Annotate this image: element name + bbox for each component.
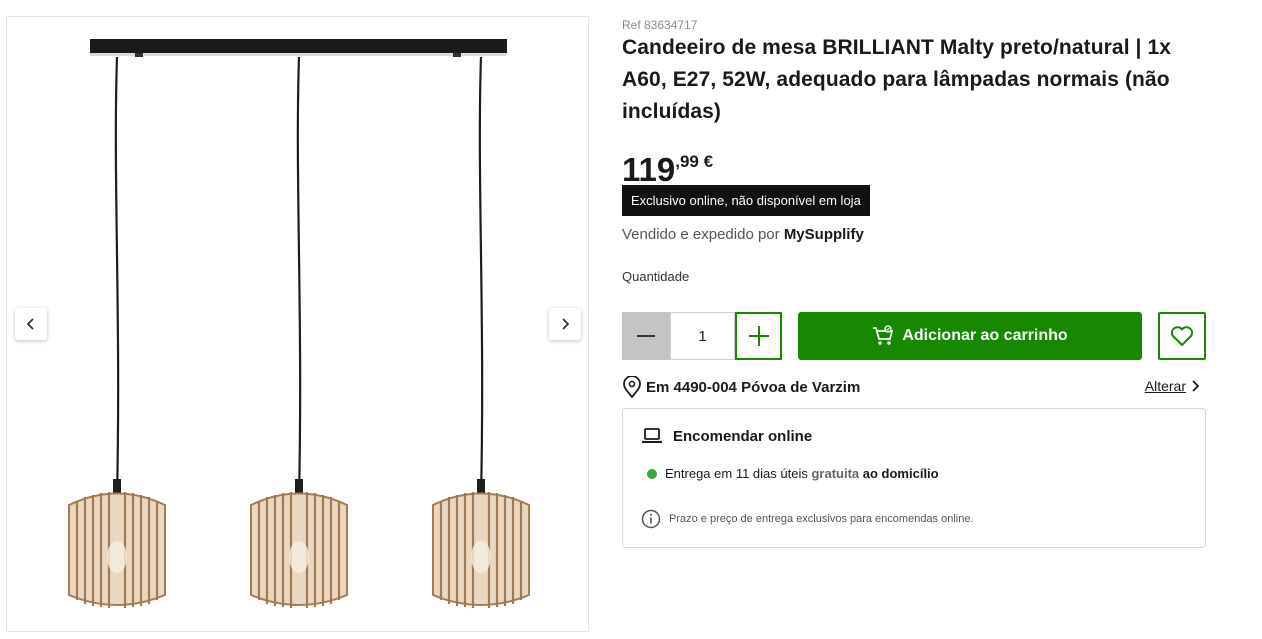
gallery-next-button[interactable] [549,308,581,340]
delivery-time: Entrega em 11 dias úteis [665,466,808,481]
delivery-note-text: Prazo e preço de entrega exclusivos para… [669,513,974,525]
minus-icon [637,335,655,337]
plus-icon [748,326,769,346]
price-integer: 119 [622,151,676,188]
quantity-decrease-button[interactable] [622,312,670,360]
home-delivery-line: Entrega em 11 dias úteis gratuita ao dom… [647,466,939,481]
online-order-header: Encomendar online [641,427,812,445]
lamp-shade-middle [250,479,348,608]
add-to-cart-label: Adicionar ao carrinho [902,327,1068,344]
online-exclusive-badge: Exclusivo online, não disponível em loja [622,185,870,216]
delivery-options-box: Encomendar online Entrega em 11 dias úte… [622,408,1206,548]
delivery-free: gratuita [811,466,860,481]
chevron-right-icon [562,318,570,330]
online-order-title: Encomendar online [673,427,813,445]
chevron-right-small-icon [1192,380,1200,392]
seller-name[interactable]: MySupplify [784,226,864,243]
info-icon [641,509,661,529]
quantity-label: Quantidade [622,269,690,284]
product-title: Candeeiro de mesa BRILLIANT Malty preto/… [622,36,1172,123]
change-location-link[interactable]: Alterar [1145,378,1200,394]
buy-row: Adicionar ao carrinho [622,312,1206,360]
product-info: Ref 83634717 Candeeiro de mesa BRILLIANT… [622,16,1206,548]
price-decimal: ,99 € [675,152,714,171]
heart-icon [1170,326,1194,346]
location-pin-icon [623,376,641,398]
product-image [68,39,530,608]
availability-dot [647,468,657,479]
product-ref: Ref 83634717 [622,18,698,32]
add-to-cart-button[interactable]: Adicionar ao carrinho [798,312,1142,360]
delivery-note: Prazo e preço de entrega exclusivos para… [641,509,974,529]
delivery-home: ao domicílio [862,466,939,481]
quantity-increase-button[interactable] [735,312,782,360]
product-gallery [6,16,589,632]
seller-info: Vendido e expedido por MySupplify [622,226,1206,243]
lamp-shade-right [432,479,530,608]
lamp-shade-left [68,479,166,608]
change-location-label: Alterar [1144,378,1186,394]
seller-prefix: Vendido e expedido por [622,226,780,243]
quantity-input[interactable] [670,312,735,360]
product-price: 119 ,99 € [622,150,1206,190]
chevron-left-icon [26,318,34,330]
delivery-location: Em 4490-004 Póvoa de Varzim Alterar [622,376,1206,398]
wishlist-button[interactable] [1158,312,1206,360]
location-text: Em 4490-004 Póvoa de Varzim [646,378,861,396]
gallery-prev-button[interactable] [15,308,47,340]
cart-icon [873,325,894,345]
laptop-icon [642,428,662,443]
